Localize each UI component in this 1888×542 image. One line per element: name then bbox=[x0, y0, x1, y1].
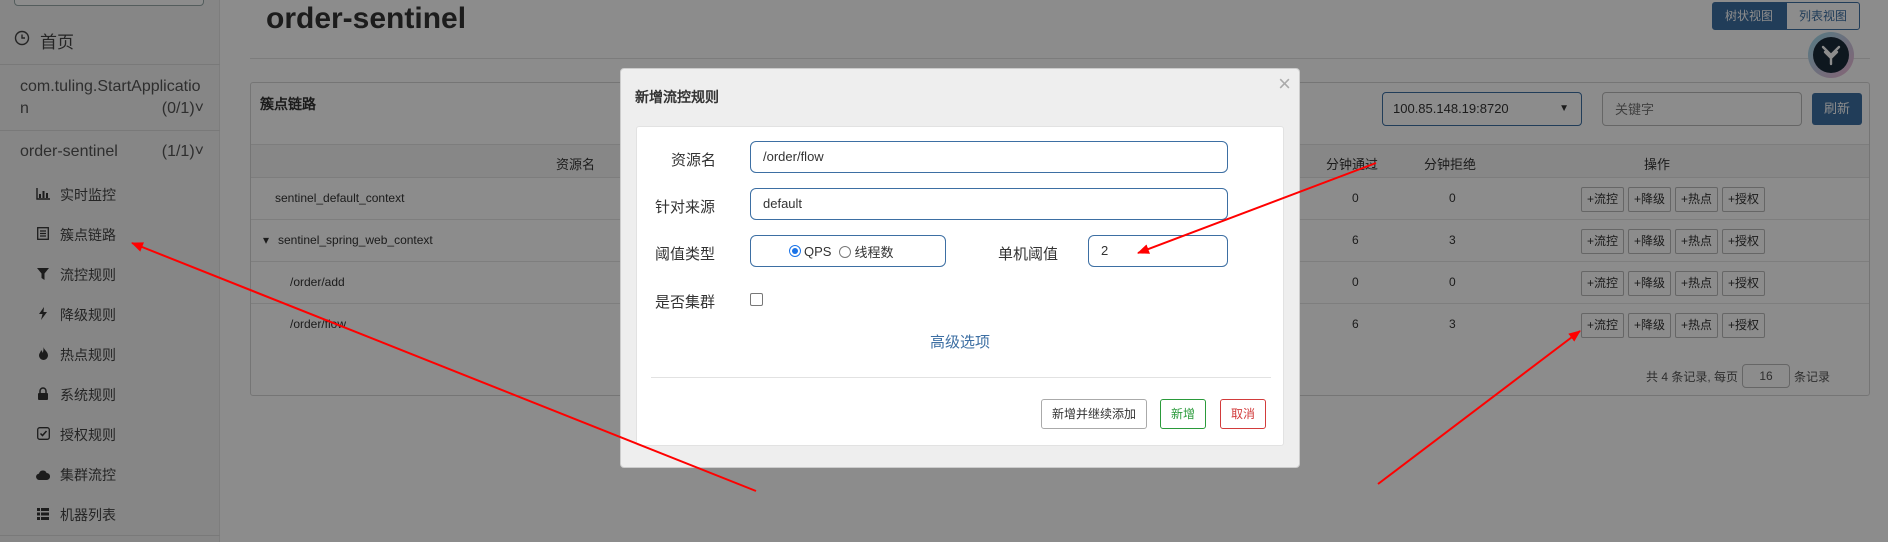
cancel-button[interactable]: 取消 bbox=[1220, 399, 1267, 429]
dialog-title: 新增流控规则 bbox=[635, 89, 719, 105]
cluster-checkbox[interactable] bbox=[750, 293, 763, 306]
resource-name-input[interactable]: /order/flow bbox=[750, 141, 1228, 173]
add-button[interactable]: 新增 bbox=[1160, 399, 1207, 429]
radio-selected-icon bbox=[789, 244, 801, 257]
add-and-continue-button[interactable]: 新增并继续添加 bbox=[1041, 399, 1148, 429]
threshold-type-label: 阈值类型 bbox=[655, 246, 716, 263]
radio-thread[interactable]: 线程数 bbox=[839, 242, 893, 261]
single-threshold-label: 单机阈值 bbox=[998, 246, 1059, 263]
close-icon[interactable]: × bbox=[1278, 71, 1291, 97]
radio-qps[interactable]: QPS bbox=[789, 244, 831, 259]
single-threshold-input[interactable]: 2 bbox=[1088, 235, 1228, 267]
advanced-options-link[interactable]: 高级选项 bbox=[637, 331, 1283, 352]
threshold-type-group: QPS 线程数 bbox=[750, 235, 946, 267]
add-flow-rule-dialog: 新增流控规则 × 资源名 /order/flow 针对来源 default 阈值… bbox=[620, 68, 1300, 468]
origin-label: 针对来源 bbox=[655, 199, 716, 216]
cluster-label: 是否集群 bbox=[655, 294, 716, 311]
resource-label: 资源名 bbox=[671, 152, 717, 169]
limit-origin-input[interactable]: default bbox=[750, 188, 1228, 220]
radio-unselected-icon bbox=[839, 245, 852, 258]
dialog-body: 资源名 /order/flow 针对来源 default 阈值类型 QPS 线程… bbox=[636, 126, 1284, 446]
dialog-divider bbox=[651, 377, 1271, 378]
